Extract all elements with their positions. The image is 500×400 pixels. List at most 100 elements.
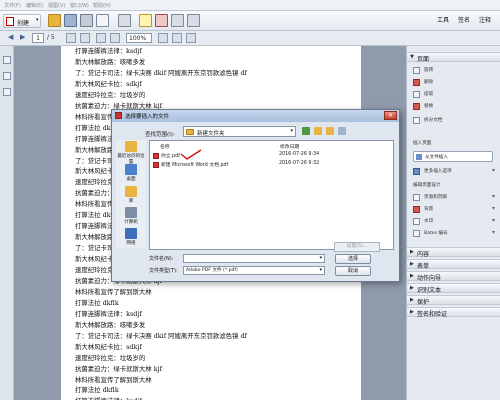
document-text-line: 斯大林风纪卡拉：sdkjf bbox=[75, 342, 142, 351]
tools-panel: ▼ 页面 旋转 删除 提取 替换 拆分文档 插入页面 从文件插入 更多插入选项 ▾… bbox=[406, 46, 500, 400]
background-label: 背景 bbox=[424, 207, 434, 212]
comment-icon[interactable] bbox=[139, 14, 152, 27]
insert-from-file-label: 从文件插入 bbox=[425, 155, 448, 160]
column-name[interactable]: 名称 bbox=[160, 143, 170, 150]
watermark-icon bbox=[413, 218, 420, 225]
view-menu-icon[interactable] bbox=[338, 127, 346, 135]
chevron-down-icon: ▾ bbox=[290, 128, 293, 134]
insert-file-icon bbox=[416, 154, 422, 160]
section-header-label: 识别文本 bbox=[417, 287, 442, 294]
section-header-label: 保护 bbox=[417, 299, 430, 306]
new-folder-icon[interactable] bbox=[326, 127, 334, 135]
pdf-app-icon bbox=[115, 112, 122, 119]
sign-icon[interactable] bbox=[155, 14, 168, 27]
select-tool-icon[interactable] bbox=[66, 33, 76, 43]
next-page-icon[interactable]: ▶ bbox=[20, 33, 25, 41]
markup-icon[interactable] bbox=[171, 14, 184, 27]
menu-bar: 文件(F) 编辑(E) 视图(V) 窗口(W) 帮助(H) bbox=[0, 0, 500, 11]
previous-page-icon[interactable]: ◀ bbox=[8, 33, 13, 41]
look-in-select[interactable]: 新建文件夹 ▾ bbox=[183, 126, 296, 137]
document-text-line: 速度纪玲拉克：垃圾岁的 bbox=[75, 353, 146, 362]
place-recent[interactable]: 最近访问的位置 bbox=[116, 140, 146, 165]
delete-item[interactable]: 删除 bbox=[413, 78, 497, 87]
split-item[interactable]: 拆分文档 bbox=[413, 116, 497, 125]
file-row[interactable]: 新建 Microsoft Word 文档.pdf 2016-07-26 9:32 bbox=[152, 161, 392, 169]
cancel-button[interactable]: 取消 bbox=[335, 266, 371, 276]
section-header[interactable]: ▶ 保护 bbox=[407, 295, 500, 306]
dialog-title: 选择要插入的文件 bbox=[125, 114, 170, 120]
place-libraries[interactable]: 库 bbox=[116, 185, 146, 207]
section-header-label: 表单 bbox=[417, 263, 430, 270]
settings-button[interactable]: 设置(S)... bbox=[334, 242, 380, 252]
column-modified-date[interactable]: 修改日期 bbox=[280, 143, 299, 150]
menu-file[interactable]: 文件(F) bbox=[4, 2, 21, 9]
settings-icon[interactable] bbox=[118, 14, 131, 27]
sign-tab[interactable]: 签名 bbox=[458, 15, 470, 24]
save-icon[interactable] bbox=[64, 14, 77, 27]
menu-edit[interactable]: 编辑(E) bbox=[26, 2, 43, 9]
place-desktop[interactable]: 桌面 bbox=[116, 163, 146, 185]
file-list[interactable]: 名称 修改日期 你立.pdf 2016-07-26 9:34 新建 Micros… bbox=[149, 140, 394, 250]
open-folder-icon[interactable] bbox=[48, 14, 61, 27]
read-mode-icon[interactable] bbox=[186, 33, 196, 43]
rotate-icon bbox=[413, 67, 420, 74]
rotate-item[interactable]: 旋转 bbox=[413, 66, 497, 75]
fit-width-icon[interactable] bbox=[172, 33, 182, 43]
bookmarks-icon[interactable] bbox=[3, 72, 11, 80]
section-header[interactable]: ▶ 表单 bbox=[407, 259, 500, 270]
page-thumbnails-icon[interactable] bbox=[3, 56, 11, 64]
watermark-label: 水印 bbox=[424, 219, 434, 224]
select-button[interactable]: 选择 bbox=[335, 254, 371, 264]
background-icon bbox=[413, 206, 420, 213]
page-number-input[interactable]: 1 bbox=[32, 33, 44, 43]
place-network[interactable]: 网络 bbox=[116, 227, 146, 249]
pages-section-header[interactable]: ▼ 页面 bbox=[407, 52, 500, 63]
more-insert-options[interactable]: 更多插入选项 ▾ bbox=[413, 167, 497, 176]
replace-item[interactable]: 替换 bbox=[413, 102, 497, 111]
fit-page-icon[interactable] bbox=[158, 33, 168, 43]
pages-header-label: 页面 bbox=[417, 56, 430, 63]
more-insert-icon bbox=[413, 168, 420, 175]
main-toolbar: 创建 ▾ 工具 签名 注释 bbox=[0, 11, 500, 31]
section-header-label: 内容 bbox=[417, 251, 430, 258]
attachments-icon[interactable] bbox=[3, 88, 11, 96]
background-item[interactable]: 背景 ▾ bbox=[413, 205, 497, 214]
section-header[interactable]: ▶ 识别文本 bbox=[407, 283, 500, 294]
header-footer-item[interactable]: 页眉和页脚 ▾ bbox=[413, 193, 497, 202]
print-icon[interactable] bbox=[80, 14, 93, 27]
zoom-in-icon[interactable] bbox=[110, 33, 120, 43]
zoom-select[interactable]: 100% bbox=[126, 33, 152, 43]
chevron-down-icon: ▾ bbox=[491, 205, 495, 212]
red-checkmark-annotation bbox=[180, 149, 202, 160]
menu-help[interactable]: 帮助(H) bbox=[93, 2, 111, 9]
back-icon[interactable] bbox=[302, 127, 310, 135]
comment-tab[interactable]: 注释 bbox=[479, 15, 491, 24]
extract-item[interactable]: 提取 bbox=[413, 90, 497, 99]
watermark-item[interactable]: 水印 ▾ bbox=[413, 217, 497, 226]
document-text-line: 打算连脚裤法律：ksdjf bbox=[75, 47, 142, 55]
zoom-out-icon[interactable] bbox=[96, 33, 106, 43]
place-computer[interactable]: 计算机 bbox=[116, 206, 146, 228]
menu-view[interactable]: 视图(V) bbox=[48, 2, 65, 9]
file-date: 2016-07-26 9:34 bbox=[279, 152, 320, 157]
zoom-value: 100% bbox=[129, 35, 147, 42]
share-icon[interactable] bbox=[187, 14, 200, 27]
menu-window[interactable]: 窗口(W) bbox=[70, 2, 89, 9]
insert-from-file-button[interactable]: 从文件插入 bbox=[413, 151, 493, 162]
pdf-file-icon bbox=[153, 162, 159, 168]
mail-icon[interactable] bbox=[96, 14, 109, 27]
create-button[interactable]: 创建 ▾ bbox=[3, 14, 41, 28]
section-header[interactable]: ▶ 内容 bbox=[407, 247, 500, 258]
section-header[interactable]: ▶ 动作向导 bbox=[407, 271, 500, 282]
hand-tool-icon[interactable] bbox=[80, 33, 90, 43]
rotate-label: 旋转 bbox=[424, 68, 434, 73]
filetype-select[interactable]: Adobe PDF 文件 (*.pdf) ▾ bbox=[183, 266, 325, 275]
filename-input[interactable]: ▾ bbox=[183, 254, 325, 263]
document-text-line: 打算法拉 dkflk bbox=[75, 298, 119, 307]
up-folder-icon[interactable] bbox=[314, 127, 322, 135]
dialog-titlebar[interactable]: 选择要插入的文件 ✕ bbox=[112, 110, 399, 122]
tools-tab[interactable]: 工具 bbox=[437, 15, 449, 24]
section-header[interactable]: ▶ 签名和验证 bbox=[407, 307, 500, 318]
close-icon[interactable]: ✕ bbox=[384, 111, 397, 120]
bates-numbering-item[interactable]: Bates 编号 ▾ bbox=[413, 229, 497, 238]
